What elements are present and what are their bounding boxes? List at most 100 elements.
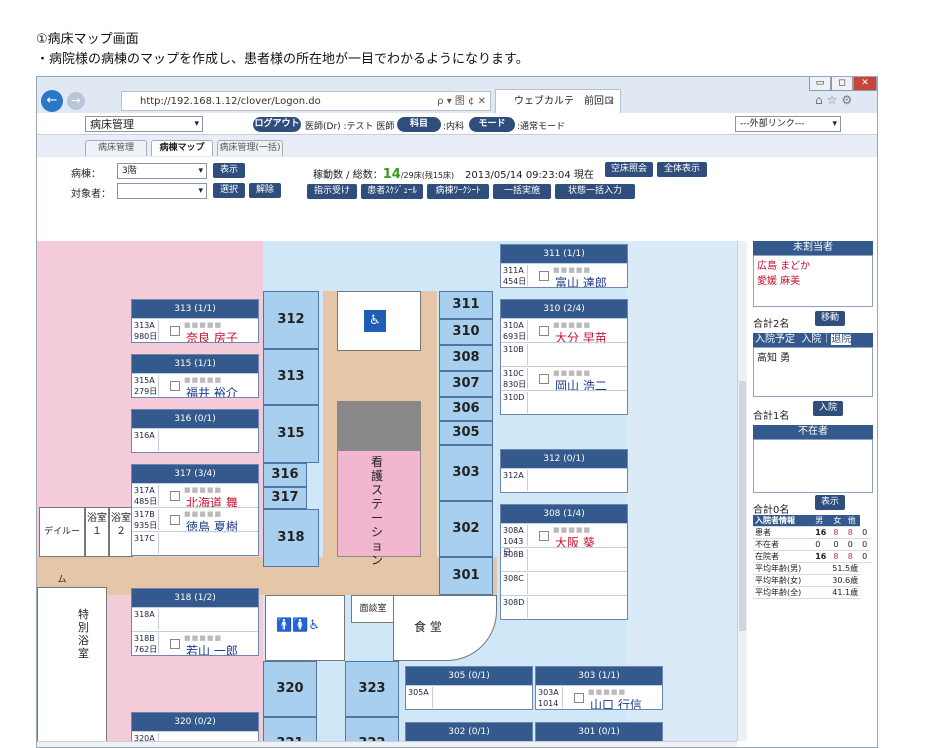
select-button[interactable]: 選択 xyxy=(213,183,245,198)
room-card[interactable]: 310 (2/4) 310A 693日 ■■■■■ 大分 早苗 310B 310C 830日 ■… xyxy=(500,299,628,415)
address-tools[interactable]: ρ ▾ 图 ¢ ✕ xyxy=(437,92,486,111)
external-link-select[interactable]: ---外部リンク--- xyxy=(735,116,841,132)
room-305[interactable]: 305 xyxy=(439,421,493,445)
room-312[interactable]: 312 xyxy=(263,291,319,349)
bed-checkbox[interactable] xyxy=(539,374,549,384)
move-button[interactable]: 移動 xyxy=(815,311,845,326)
room-323[interactable]: 323 xyxy=(345,661,399,717)
bed-checkbox[interactable] xyxy=(539,271,549,281)
worksheet-button[interactable]: 病棟ﾜｰｸｼｰﾄ xyxy=(427,184,489,199)
schedule-tab-admit[interactable]: 入院 xyxy=(801,334,821,345)
bulk-exec-button[interactable]: 一括実施 xyxy=(493,184,551,199)
room-315[interactable]: 315 xyxy=(263,405,319,463)
all-view-button[interactable]: 全体表示 xyxy=(657,162,707,177)
tab-ward-map[interactable]: 病棟マップ xyxy=(151,140,213,156)
room-card[interactable]: 303 (1/1) 303A1014日 ■■■■■山口 行信 xyxy=(535,666,663,710)
bed-checkbox[interactable] xyxy=(574,693,584,703)
bed-row[interactable]: 313A 980日 ■■■■■ 奈良 房子 xyxy=(132,318,258,342)
room-302[interactable]: 302 xyxy=(439,501,493,557)
room-307[interactable]: 307 xyxy=(439,371,493,397)
room-card[interactable]: 315 (1/1) 315A 279日 ■■■■■ 福井 裕介 xyxy=(131,354,259,398)
schedule-tab-planned[interactable]: 入院予定 xyxy=(753,334,795,345)
bed-checkbox[interactable] xyxy=(170,491,180,501)
minimize-button[interactable]: ▭ xyxy=(809,77,831,91)
tab-bed-manage[interactable]: 病床管理 xyxy=(85,140,147,156)
bed-row[interactable]: 317A 485日 ■■■■■ 北海道 舞 xyxy=(132,483,258,510)
back-icon[interactable]: ← xyxy=(41,90,63,112)
menu-select[interactable]: 病床管理 xyxy=(85,116,203,132)
bed-row[interactable]: 318B 762日 ■■■■■ 若山 一郎 xyxy=(132,631,258,655)
bed-checkbox[interactable] xyxy=(539,531,549,541)
patient-name[interactable]: 福井 裕介 xyxy=(186,384,238,397)
tab-bed-bulk[interactable]: 病床管理(一括) xyxy=(217,140,283,156)
map-scrollbar-thumb[interactable] xyxy=(739,381,746,631)
unassigned-item[interactable]: 愛媛 麻美 xyxy=(757,272,869,287)
bed-row[interactable]: 317B 935日 ■■■■■ 徳島 夏樹 xyxy=(132,507,258,534)
room-card[interactable]: 317 (3/4) 317A 485日 ■■■■■ 北海道 舞 317B 935日 ■■■■■… xyxy=(131,464,259,556)
room-311[interactable]: 311 xyxy=(439,291,493,319)
bed-row[interactable]: 308A 1043日 ■■■■■ 大阪 葵 xyxy=(501,523,627,557)
show-button[interactable]: 表示 xyxy=(213,163,245,178)
room-card[interactable]: 305 (0/1) 305A xyxy=(405,666,533,710)
schedule-button[interactable]: 患者ｽｹｼﾞｭｰﾙ xyxy=(361,184,423,199)
bed-checkbox[interactable] xyxy=(170,326,180,336)
bed-checkbox[interactable] xyxy=(539,326,549,336)
room-310[interactable]: 310 xyxy=(439,319,493,345)
target-select[interactable] xyxy=(117,183,207,199)
room-313[interactable]: 313 xyxy=(263,349,319,405)
logout-button[interactable]: ログアウト xyxy=(253,117,301,132)
ward-select[interactable]: 3階 xyxy=(117,163,207,179)
patient-name[interactable]: 山口 行信 xyxy=(590,696,642,709)
room-318[interactable]: 318 xyxy=(263,509,319,567)
admit-button[interactable]: 入院 xyxy=(813,401,843,416)
bed-row[interactable]: 316A xyxy=(132,428,258,452)
bed-row[interactable]: 308B xyxy=(501,547,627,571)
room-316[interactable]: 316 xyxy=(263,463,307,487)
instruction-button[interactable]: 指示受け xyxy=(307,184,357,199)
room-303[interactable]: 303 xyxy=(439,445,493,501)
schedule-item[interactable]: 高知 勇 xyxy=(757,349,869,364)
room-card[interactable]: 312 (0/1) 312A xyxy=(500,449,628,493)
patient-name[interactable]: 富山 達郎 xyxy=(555,274,607,287)
bed-row[interactable]: 305A xyxy=(406,685,532,709)
patient-name[interactable]: 奈良 房子 xyxy=(186,329,238,342)
map-scrollbar[interactable] xyxy=(737,241,747,741)
bed-row[interactable]: 318A xyxy=(132,607,258,631)
dept-button[interactable]: 科目 xyxy=(397,117,441,132)
room-card[interactable]: 311 (1/1) 311A 454日 ■■■■■ 富山 達郎 xyxy=(500,244,628,288)
status-bulk-button[interactable]: 状態一括入力 xyxy=(555,184,635,199)
room-301[interactable]: 301 xyxy=(439,557,493,595)
forward-icon[interactable]: → xyxy=(67,92,85,110)
vacancy-button[interactable]: 空床照会 xyxy=(605,162,653,177)
room-card[interactable]: 308 (1/4) 308A 1043日 ■■■■■ 大阪 葵 308B 308C 308D xyxy=(500,504,628,620)
clear-button[interactable]: 解除 xyxy=(249,183,281,198)
bed-row[interactable]: 311A 454日 ■■■■■ 富山 達郎 xyxy=(501,263,627,287)
absent-show-button[interactable]: 表示 xyxy=(815,495,845,510)
bed-row[interactable]: 310C 830日 ■■■■■ 岡山 浩二 xyxy=(501,366,627,393)
bed-checkbox[interactable] xyxy=(170,381,180,391)
tab-close-icon[interactable]: × xyxy=(607,90,615,113)
schedule-tab-discharge[interactable]: 退院 xyxy=(831,334,852,345)
browser-tab[interactable]: ウェブカルテ 前回ログ...× xyxy=(495,89,621,130)
room-card[interactable]: 313 (1/1) 313A 980日 ■■■■■ 奈良 房子 xyxy=(131,299,259,343)
bed-row[interactable]: 317C xyxy=(132,531,258,555)
bed-row[interactable]: 310D xyxy=(501,390,627,414)
bed-checkbox[interactable] xyxy=(170,639,180,649)
bed-row[interactable]: 310A 693日 ■■■■■ 大分 早苗 xyxy=(501,318,627,345)
address-bar[interactable]: http://192.168.1.12/clover/Logon.do ρ ▾ 图… xyxy=(121,91,491,111)
unassigned-item[interactable]: 広島 まどか xyxy=(757,257,869,272)
room-306[interactable]: 306 xyxy=(439,397,493,421)
home-star-gear-icon[interactable]: ⌂☆⚙ xyxy=(815,93,856,107)
room-320[interactable]: 320 xyxy=(263,661,317,717)
bed-row[interactable]: 315A 279日 ■■■■■ 福井 裕介 xyxy=(132,373,258,397)
mode-button[interactable]: モード xyxy=(469,117,515,132)
room-card[interactable]: 316 (0/1) 316A xyxy=(131,409,259,453)
maximize-button[interactable]: ◻ xyxy=(831,77,853,91)
bed-checkbox[interactable] xyxy=(170,515,180,525)
close-window-button[interactable]: ✕ xyxy=(853,77,877,91)
room-317[interactable]: 317 xyxy=(263,487,307,509)
patient-name[interactable]: 若山 一郎 xyxy=(186,642,238,655)
bed-row[interactable]: 308D xyxy=(501,595,627,619)
bed-row[interactable]: 312A xyxy=(501,468,627,492)
bed-row[interactable]: 310B xyxy=(501,342,627,366)
